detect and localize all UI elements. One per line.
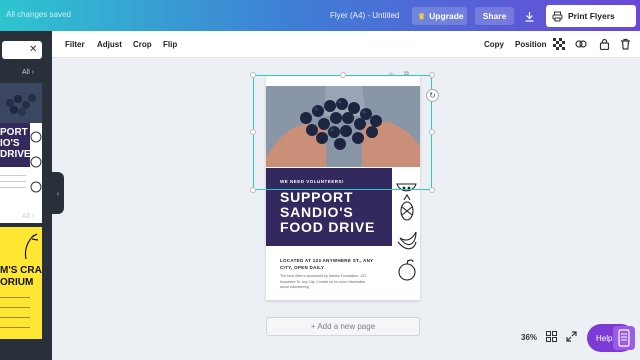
collapse-panel-handle[interactable]: ‹ bbox=[52, 172, 64, 214]
template-thumbnail-crab[interactable]: M'S CRAB ORIUM bbox=[0, 227, 42, 339]
selected-element-outline[interactable] bbox=[253, 75, 432, 190]
grid-view-icon[interactable] bbox=[546, 331, 557, 342]
banana-icon bbox=[397, 231, 417, 250]
fullscreen-icon[interactable] bbox=[566, 331, 577, 342]
flip-button[interactable]: Flip bbox=[163, 40, 177, 49]
flyer-headline[interactable]: SUPPORT SANDIO'S FOOD DRIVE bbox=[280, 190, 392, 235]
add-page-button[interactable]: + Add a new page bbox=[266, 317, 420, 336]
pineapple-icon bbox=[400, 193, 414, 221]
see-all-link-1[interactable]: All › bbox=[22, 69, 34, 76]
resize-handle[interactable] bbox=[340, 72, 346, 78]
crop-button[interactable]: Crop bbox=[133, 40, 152, 49]
print-label: Print Flyers bbox=[568, 11, 615, 21]
thumbnail-text-line bbox=[0, 187, 26, 188]
template-search-input[interactable]: ✕ bbox=[2, 41, 42, 59]
help-label: Help bbox=[596, 333, 613, 343]
fruit-illustrations[interactable] bbox=[394, 180, 420, 300]
resize-handle[interactable] bbox=[250, 72, 256, 78]
flyer-address[interactable]: LOCATED AT 123 ANYWHERE ST., ANY CITY, O… bbox=[280, 257, 376, 271]
lock-icon[interactable] bbox=[597, 37, 611, 51]
share-button[interactable]: Share bbox=[475, 7, 514, 25]
apple-icon bbox=[398, 259, 416, 281]
filter-button[interactable]: Filter bbox=[65, 40, 85, 49]
copy-button[interactable]: Copy bbox=[484, 40, 504, 49]
download-button[interactable] bbox=[519, 7, 539, 25]
thumbnail-text-line bbox=[0, 317, 30, 318]
template-thumbnail-food-drive[interactable]: PORT IO'S DRIVE bbox=[0, 83, 42, 223]
thumbnail-text-line bbox=[0, 307, 30, 308]
thumbnail-headline: PORT IO'S DRIVE bbox=[0, 123, 31, 167]
flyer-body-text[interactable]: The food drive is sponsored by Sandio Fo… bbox=[280, 274, 372, 291]
thumbnail-text-line bbox=[0, 327, 30, 328]
print-flyers-button[interactable]: Print Flyers bbox=[546, 5, 636, 27]
zoom-level[interactable]: 36% bbox=[521, 333, 537, 342]
printer-icon bbox=[552, 11, 563, 21]
position-button[interactable]: Position bbox=[515, 40, 547, 49]
resize-handle[interactable] bbox=[429, 72, 435, 78]
link-icon[interactable] bbox=[574, 37, 588, 51]
adjust-button[interactable]: Adjust bbox=[97, 40, 122, 49]
upgrade-label: Upgrade bbox=[429, 11, 464, 21]
close-icon[interactable]: ✕ bbox=[29, 44, 37, 55]
download-icon bbox=[525, 11, 533, 22]
save-status: All changes saved bbox=[6, 10, 71, 19]
trash-icon[interactable] bbox=[618, 37, 632, 51]
resize-handle[interactable] bbox=[429, 129, 435, 135]
help-widget-icon[interactable] bbox=[613, 326, 635, 350]
chevron-left-icon: ‹ bbox=[56, 188, 60, 198]
crab-claw-icon bbox=[24, 233, 39, 260]
see-all-link-2[interactable]: All › bbox=[22, 213, 34, 220]
thumbnail-grapes-photo bbox=[0, 83, 42, 123]
resize-handle[interactable] bbox=[250, 129, 256, 135]
crown-icon: ♛ bbox=[418, 11, 426, 21]
thumbnail-crab-title: M'S CRAB ORIUM bbox=[0, 265, 42, 288]
thumbnail-fruit-icons bbox=[30, 131, 42, 193]
upgrade-button[interactable]: ♛ Upgrade bbox=[412, 7, 467, 25]
resize-handle[interactable] bbox=[250, 187, 256, 193]
top-header-bar: All changes saved Flyer (A4) - Untitled … bbox=[0, 0, 640, 31]
transparency-icon[interactable] bbox=[552, 37, 566, 51]
resize-handle[interactable] bbox=[429, 187, 435, 193]
thumbnail-text-line bbox=[0, 175, 26, 176]
rotate-icon[interactable]: ↻ bbox=[426, 89, 439, 102]
image-toolbar: Filter Adjust Crop Flip Copy Position bbox=[52, 31, 640, 58]
thumbnail-text-line bbox=[0, 297, 30, 298]
document-title[interactable]: Flyer (A4) - Untitled bbox=[330, 11, 399, 20]
template-panel: ✕ All › PORT IO'S DRIVE All › M'S CRAB O… bbox=[0, 31, 52, 360]
thumbnail-text-line bbox=[0, 181, 26, 182]
